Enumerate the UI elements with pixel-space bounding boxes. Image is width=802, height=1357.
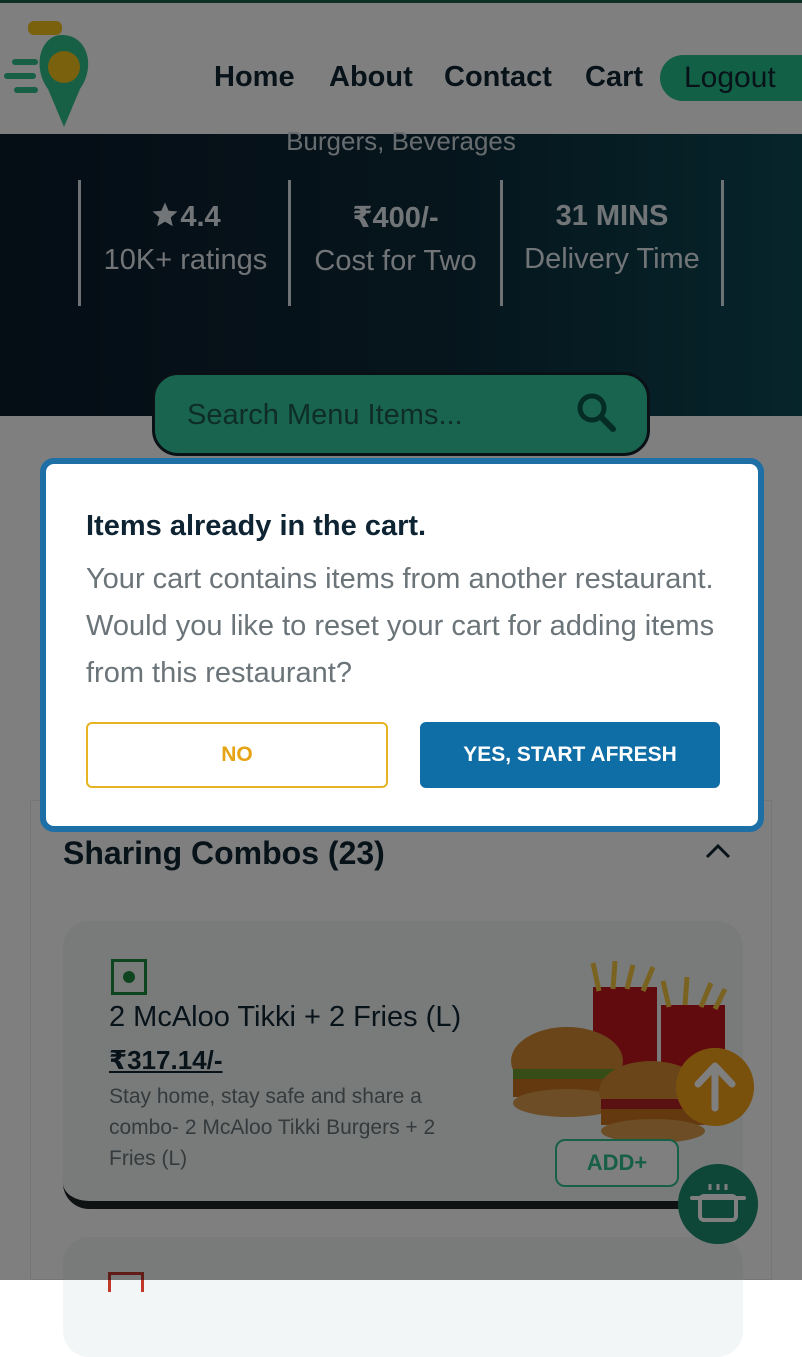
dialog-title: Items already in the cart.: [86, 510, 427, 542]
dialog-message: Your cart contains items from another re…: [86, 563, 715, 689]
no-button[interactable]: NO: [86, 722, 388, 788]
reset-cart-dialog: Items already in the cart. Your cart con…: [40, 458, 764, 832]
yes-start-afresh-button[interactable]: YES, START AFRESH: [420, 722, 720, 788]
